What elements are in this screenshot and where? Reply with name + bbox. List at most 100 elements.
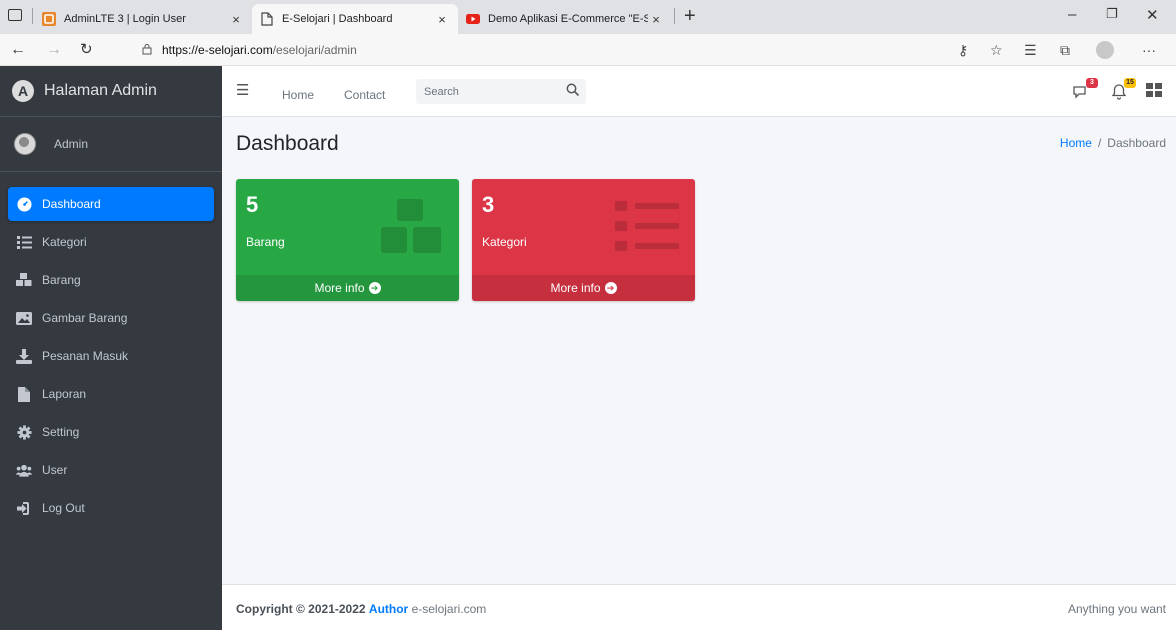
reload-icon[interactable]: ↻ <box>80 41 93 59</box>
tab-actions-icon[interactable] <box>8 9 22 21</box>
user-name: Admin <box>54 137 89 151</box>
search-input[interactable] <box>416 79 586 104</box>
sidebar-item-laporan[interactable]: Laporan <box>8 377 214 411</box>
more-info-label: More info <box>550 281 601 295</box>
more-info-link[interactable]: More info ➔ <box>472 275 695 301</box>
main-navbar: ☰ Home Contact 3 15 <box>222 66 1176 117</box>
box-value: 5 <box>246 192 259 217</box>
favorites-icon[interactable]: ☰ <box>1024 41 1037 59</box>
breadcrumb-home-link[interactable]: Home <box>1060 136 1092 150</box>
key-icon[interactable]: ⚷ <box>958 41 968 59</box>
sidebar-item-setting[interactable]: Setting <box>8 415 214 449</box>
more-icon[interactable]: ··· <box>1142 41 1156 59</box>
tachometer-icon <box>16 196 32 212</box>
sidebar-item-label: Pesanan Masuk <box>42 349 129 363</box>
tab-title: AdminLTE 3 | Login User <box>64 13 186 25</box>
breadcrumb: Home / Dashboard <box>1060 136 1166 150</box>
gear-icon <box>16 424 32 440</box>
more-info-link[interactable]: More info ➔ <box>236 275 459 301</box>
new-tab-button[interactable]: + <box>684 6 696 26</box>
list-icon <box>16 234 32 250</box>
forward-icon[interactable]: → <box>46 41 62 59</box>
tab-separator <box>674 8 675 24</box>
sidebar-item-label: Barang <box>42 273 81 287</box>
search-icon[interactable] <box>566 83 580 97</box>
messages-button[interactable]: 3 <box>1072 78 1098 101</box>
download-icon <box>16 348 32 364</box>
sidebar-item-pesanan-masuk[interactable]: Pesanan Masuk <box>8 339 214 373</box>
sign-out-icon <box>16 500 32 516</box>
sidebar-item-log-out[interactable]: Log Out <box>8 491 214 525</box>
sidebar-item-label: Kategori <box>42 235 87 249</box>
image-icon <box>16 310 32 326</box>
more-info-label: More info <box>314 281 365 295</box>
box-label: Kategori <box>482 235 527 249</box>
back-icon[interactable]: ← <box>10 41 26 59</box>
collections-icon[interactable]: ⧉ <box>1060 41 1070 59</box>
sidebar-menu: Dashboard Kategori Barang Gambar Barang … <box>0 172 222 525</box>
notifications-button[interactable]: 15 <box>1110 78 1136 101</box>
brand-link[interactable]: A Halaman Admin <box>0 66 222 117</box>
minimize-icon[interactable]: – <box>1068 6 1076 23</box>
small-box-barang: 5 Barang More info ➔ <box>236 179 459 301</box>
menu-toggle-icon[interactable]: ☰ <box>236 83 249 98</box>
author-link[interactable]: Author <box>369 602 408 616</box>
browser-tab-youtube[interactable]: Demo Aplikasi E-Commerce "E-S × <box>458 4 672 34</box>
close-tab-icon[interactable]: × <box>648 12 664 27</box>
close-window-icon[interactable]: ✕ <box>1146 6 1159 24</box>
sidebar-item-user[interactable]: User <box>8 453 214 487</box>
box-value: 3 <box>482 192 495 217</box>
copyright-label: Copyright © 2021-2022 <box>236 602 366 616</box>
tab-title: E-Selojari | Dashboard <box>282 13 393 25</box>
main-footer: Copyright © 2021-2022 Author e-selojari.… <box>222 584 1176 630</box>
sidebar-item-gambar-barang[interactable]: Gambar Barang <box>8 301 214 335</box>
browser-tab-dashboard[interactable]: E-Selojari | Dashboard × <box>252 4 458 34</box>
profile-icon[interactable] <box>1096 41 1114 63</box>
user-panel[interactable]: Admin <box>0 117 222 172</box>
footer-note: Anything you want <box>1067 602 1166 616</box>
sidebar-item-label: Log Out <box>42 501 85 515</box>
file-icon <box>16 386 32 402</box>
control-sidebar-button[interactable] <box>1146 83 1164 101</box>
users-icon <box>16 462 32 478</box>
nav-link-contact[interactable]: Contact <box>344 88 385 102</box>
browser-tab-login[interactable]: AdminLTE 3 | Login User × <box>34 4 252 34</box>
nav-link-home[interactable]: Home <box>282 88 314 102</box>
cubes-icon <box>16 272 32 288</box>
box-label: Barang <box>246 235 285 249</box>
sidebar-item-label: Setting <box>42 425 80 439</box>
avatar <box>14 133 36 155</box>
close-tab-icon[interactable]: × <box>228 12 244 27</box>
sidebar-item-kategori[interactable]: Kategori <box>8 225 214 259</box>
brand-text: Halaman Admin <box>44 82 157 99</box>
page-title: Dashboard <box>236 132 339 155</box>
th-large-icon <box>1146 83 1162 97</box>
sidebar-item-dashboard[interactable]: Dashboard <box>8 187 214 221</box>
sidebar-item-label: Gambar Barang <box>42 311 128 325</box>
cubes-icon <box>381 199 441 253</box>
adminlte-icon <box>42 12 56 26</box>
small-box-kategori: 3 Kategori More info ➔ <box>472 179 695 301</box>
messages-badge: 3 <box>1086 78 1098 88</box>
url-path: /eselojari/admin <box>272 43 357 57</box>
lock-icon[interactable] <box>142 43 152 55</box>
tab-separator <box>32 8 33 24</box>
arrow-circle-right-icon: ➔ <box>604 282 617 294</box>
breadcrumb-separator: / <box>1097 136 1102 150</box>
restore-icon[interactable]: ❐ <box>1106 6 1118 22</box>
arrow-circle-right-icon: ➔ <box>368 282 381 294</box>
browser-address-bar: ← → ↻ https://e-selojari.com/eselojari/a… <box>0 34 1176 66</box>
notifications-badge: 15 <box>1124 78 1136 88</box>
url-host: https://e-selojari.com <box>162 43 273 57</box>
main-sidebar: A Halaman Admin Admin Dashboard Kategori… <box>0 66 222 630</box>
favorite-add-icon[interactable]: ☆ <box>990 41 1003 59</box>
list-icon <box>615 201 679 251</box>
page-icon <box>260 12 274 26</box>
url-field[interactable]: https://e-selojari.com/eselojari/admin <box>162 43 357 57</box>
youtube-icon <box>466 12 480 26</box>
sidebar-item-barang[interactable]: Barang <box>8 263 214 297</box>
breadcrumb-current: Dashboard <box>1107 136 1166 150</box>
site-name: e-selojari.com <box>411 602 487 616</box>
brand-logo-icon: A <box>12 80 34 102</box>
close-tab-icon[interactable]: × <box>434 12 450 27</box>
